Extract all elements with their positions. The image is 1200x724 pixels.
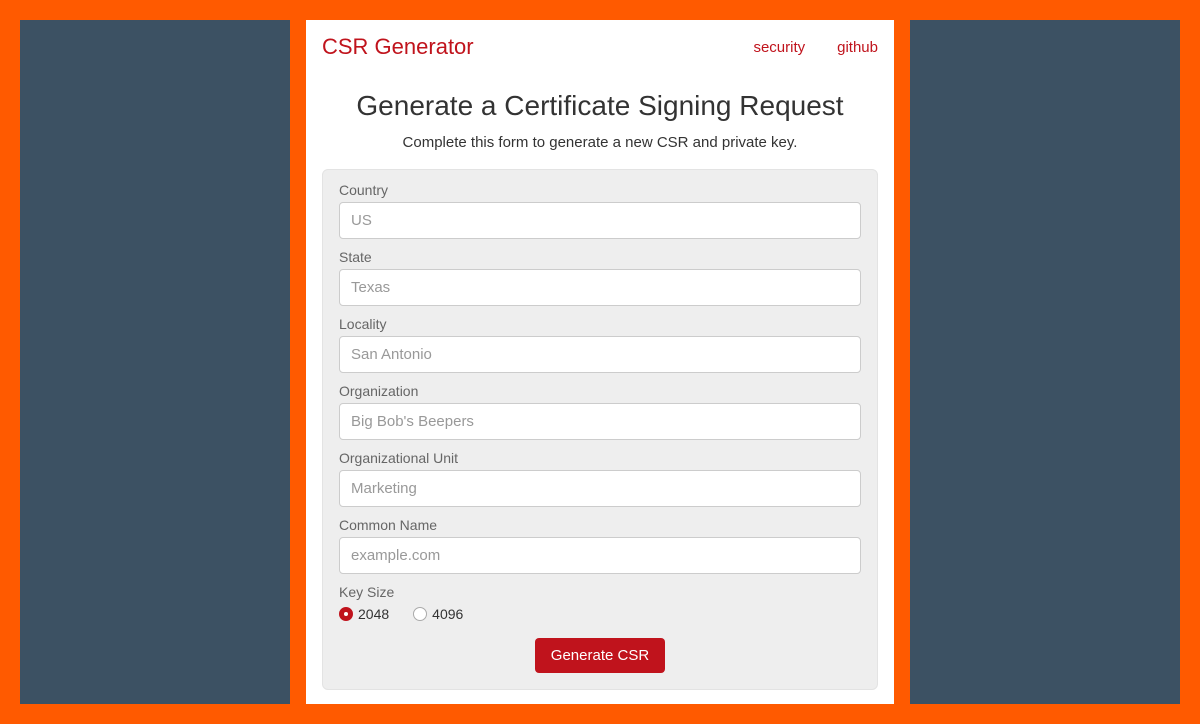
label-country: Country [339,182,861,198]
radio-2048[interactable]: 2048 [339,606,389,622]
input-locality[interactable] [339,336,861,373]
right-side-panel [910,20,1180,704]
nav-link-github[interactable]: github [837,39,878,56]
field-key-size: Key Size 2048 4096 [339,584,861,622]
key-size-options: 2048 4096 [339,606,861,622]
radio-label-4096: 4096 [432,606,463,622]
form-well: Country State Locality Organization Orga… [322,169,878,690]
input-country[interactable] [339,202,861,239]
label-common-name: Common Name [339,517,861,533]
radio-icon-selected [339,607,353,621]
field-state: State [339,249,861,306]
input-organizational-unit[interactable] [339,470,861,507]
field-organization: Organization [339,383,861,440]
label-locality: Locality [339,316,861,332]
page-title: Generate a Certificate Signing Request [322,90,878,122]
generate-csr-button[interactable]: Generate CSR [535,638,665,673]
outer-frame: CSR Generator security github Generate a… [20,20,1180,704]
field-country: Country [339,182,861,239]
left-side-panel [20,20,290,704]
radio-icon-unselected [413,607,427,621]
label-key-size: Key Size [339,584,861,600]
nav-link-security[interactable]: security [753,39,805,56]
nav-links: security github [753,39,878,56]
radio-label-2048: 2048 [358,606,389,622]
label-organization: Organization [339,383,861,399]
brand-title[interactable]: CSR Generator [322,34,474,60]
label-organizational-unit: Organizational Unit [339,450,861,466]
input-organization[interactable] [339,403,861,440]
radio-4096[interactable]: 4096 [413,606,463,622]
navbar: CSR Generator security github [322,34,878,60]
main-panel: CSR Generator security github Generate a… [306,20,894,704]
submit-row: Generate CSR [339,638,861,673]
field-common-name: Common Name [339,517,861,574]
input-state[interactable] [339,269,861,306]
input-common-name[interactable] [339,537,861,574]
page-subtitle: Complete this form to generate a new CSR… [322,134,878,151]
field-locality: Locality [339,316,861,373]
field-organizational-unit: Organizational Unit [339,450,861,507]
label-state: State [339,249,861,265]
